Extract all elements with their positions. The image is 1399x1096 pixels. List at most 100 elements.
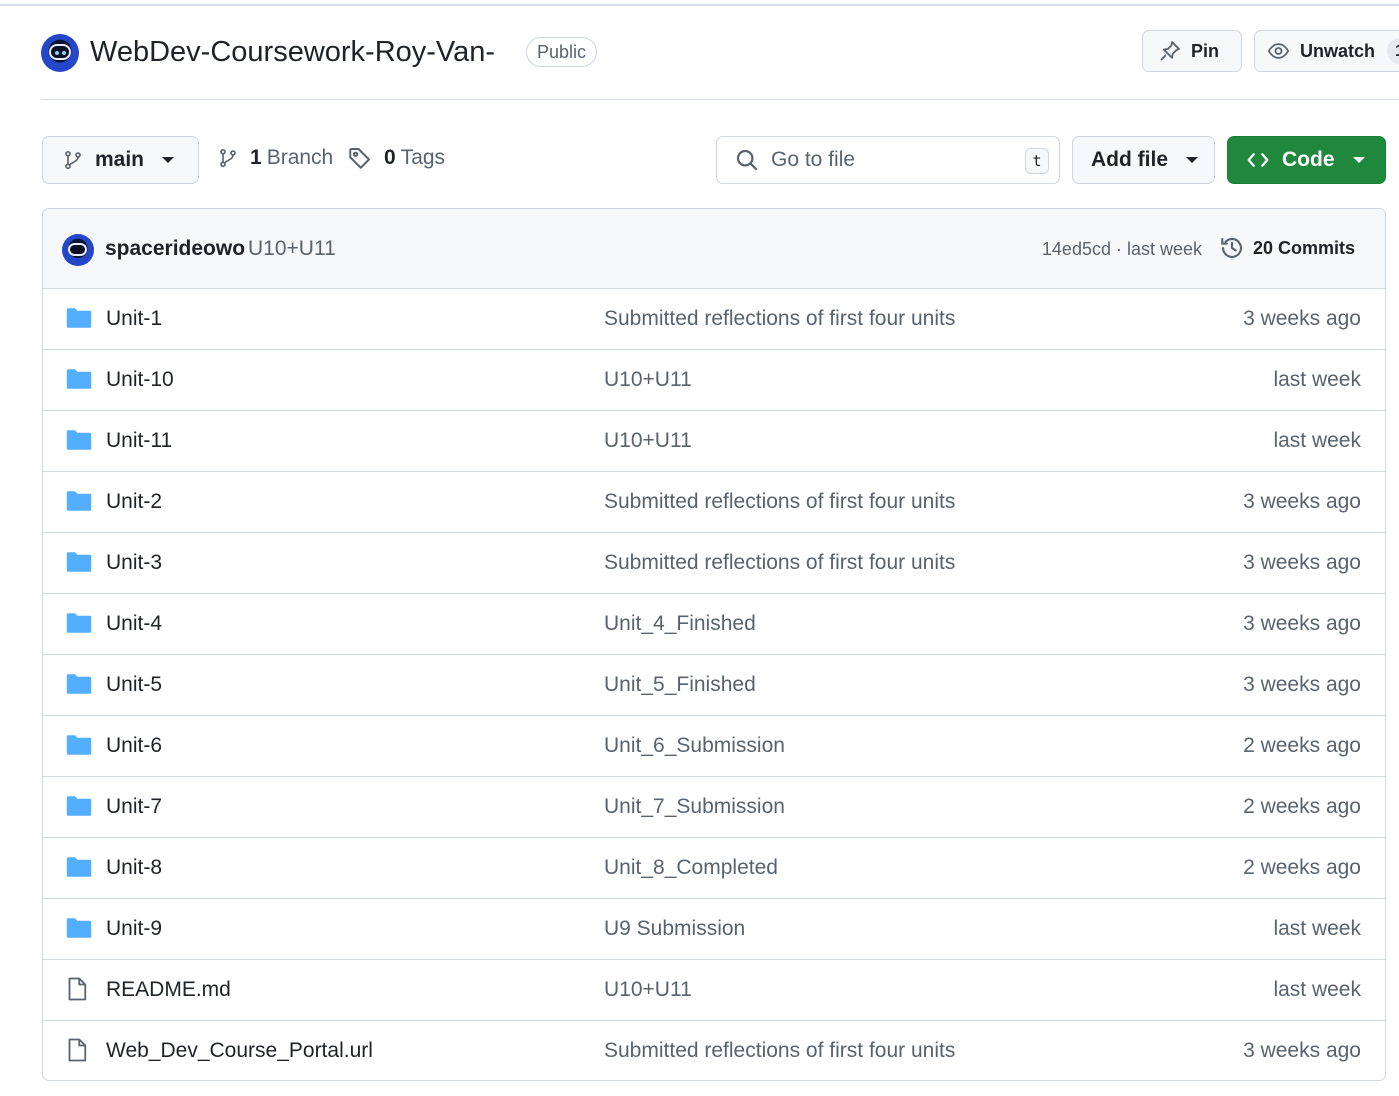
- code-icon: [1247, 153, 1269, 167]
- visibility-badge: Public: [526, 37, 598, 67]
- file-commit-message[interactable]: U10+U11: [604, 978, 692, 1002]
- folder-icon: [66, 307, 92, 334]
- owner-avatar[interactable]: [41, 34, 79, 72]
- file-commit-message[interactable]: Submitted reflections of first four unit…: [604, 551, 955, 575]
- commit-author[interactable]: spacerideowo: [105, 237, 245, 261]
- author-avatar[interactable]: [62, 234, 94, 266]
- file-row[interactable]: Web_Dev_Course_Portal.url Submitted refle…: [43, 1021, 1385, 1080]
- file-commit-message[interactable]: Unit_7_Submission: [604, 795, 785, 819]
- git-branch-icon: [220, 148, 236, 168]
- folder-icon: [66, 490, 92, 517]
- header-divider: [41, 99, 1399, 100]
- file-commit-message[interactable]: Unit_8_Completed: [604, 856, 778, 880]
- folder-icon: [66, 612, 92, 639]
- unwatch-button[interactable]: Unwatch 1: [1254, 30, 1399, 72]
- file-name-link[interactable]: Unit-1: [106, 307, 162, 331]
- add-file-button[interactable]: Add file: [1072, 136, 1215, 184]
- file-name-link[interactable]: Web_Dev_Course_Portal.url: [106, 1039, 373, 1063]
- code-label: Code: [1282, 148, 1335, 171]
- folder-icon: [66, 673, 92, 700]
- file-name-link[interactable]: Unit-9: [106, 917, 162, 941]
- git-branch-icon: [65, 150, 81, 170]
- file-commit-message[interactable]: Unit_5_Finished: [604, 673, 756, 697]
- code-button[interactable]: Code: [1227, 136, 1386, 184]
- pin-button[interactable]: Pin: [1142, 30, 1242, 72]
- search-icon: [736, 149, 758, 171]
- chevron-down-icon: [162, 157, 175, 163]
- branches-label: Branch: [266, 146, 334, 169]
- file-commit-date: last week: [1273, 978, 1361, 1001]
- folder-icon: [66, 429, 92, 456]
- file-commit-date: last week: [1273, 429, 1361, 452]
- commit-hash-time[interactable]: 14ed5cd · last week: [1042, 239, 1202, 260]
- file-name-link[interactable]: Unit-10: [106, 368, 174, 392]
- file-commit-message[interactable]: Submitted reflections of first four unit…: [604, 490, 955, 514]
- file-name-link[interactable]: Unit-5: [106, 673, 162, 697]
- file-row[interactable]: Unit-11 U10+U11 last week: [43, 411, 1385, 472]
- folder-icon: [66, 734, 92, 761]
- folder-icon: [66, 856, 92, 883]
- file-commit-message[interactable]: U10+U11: [604, 368, 692, 392]
- file-row[interactable]: Unit-4 Unit_4_Finished 3 weeks ago: [43, 594, 1385, 655]
- file-name-link[interactable]: Unit-3: [106, 551, 162, 575]
- file-commit-date: 3 weeks ago: [1243, 551, 1361, 574]
- commit-message[interactable]: U10+U11: [248, 237, 336, 261]
- file-name-link[interactable]: Unit-8: [106, 856, 162, 880]
- file-name-link[interactable]: Unit-11: [106, 429, 172, 453]
- tags-count: 0: [384, 146, 396, 169]
- file-commit-date: 2 weeks ago: [1243, 734, 1361, 757]
- folder-icon: [66, 551, 92, 578]
- file-commit-date: 2 weeks ago: [1243, 795, 1361, 818]
- file-commit-message[interactable]: Submitted reflections of first four unit…: [604, 307, 955, 331]
- file-commit-date: 2 weeks ago: [1243, 856, 1361, 879]
- history-icon: [1221, 237, 1242, 258]
- branches-count: 1: [250, 146, 262, 169]
- file-row[interactable]: Unit-8 Unit_8_Completed 2 weeks ago: [43, 838, 1385, 899]
- latest-commit-bar: spacerideowo U10+U11 14ed5cd · last week…: [43, 209, 1385, 289]
- file-commit-message[interactable]: U10+U11: [604, 429, 692, 453]
- chevron-down-icon: [1186, 157, 1198, 163]
- tags-label: Tags: [400, 146, 446, 169]
- tags-link[interactable]: 0 Tags: [348, 146, 445, 170]
- tag-icon: [349, 148, 370, 169]
- commits-history-link[interactable]: 20 Commits: [1219, 235, 1355, 261]
- file-commit-date: 3 weeks ago: [1243, 307, 1361, 330]
- file-row[interactable]: Unit-3 Submitted reflections of first fou…: [43, 533, 1385, 594]
- branch-selector[interactable]: main: [42, 136, 199, 184]
- watch-count: 1: [1387, 38, 1399, 64]
- file-icon: [66, 977, 88, 1006]
- file-commit-message[interactable]: Submitted reflections of first four unit…: [604, 1039, 955, 1063]
- file-row[interactable]: Unit-6 Unit_6_Submission 2 weeks ago: [43, 716, 1385, 777]
- file-commit-message[interactable]: Unit_4_Finished: [604, 612, 756, 636]
- file-name-link[interactable]: Unit-7: [106, 795, 162, 819]
- file-commit-message[interactable]: U9 Submission: [604, 917, 745, 941]
- file-name-link[interactable]: README.md: [106, 978, 231, 1002]
- file-list: Unit-1 Submitted reflections of first fou…: [43, 289, 1385, 1080]
- file-name-link[interactable]: Unit-2: [106, 490, 162, 514]
- add-file-label: Add file: [1091, 148, 1168, 171]
- commits-count: 20 Commits: [1252, 237, 1355, 258]
- file-row[interactable]: README.md U10+U11 last week: [43, 960, 1385, 1021]
- keyboard-shortcut-hint: t: [1025, 148, 1049, 174]
- file-row[interactable]: Unit-5 Unit_5_Finished 3 weeks ago: [43, 655, 1385, 716]
- file-row[interactable]: Unit-7 Unit_7_Submission 2 weeks ago: [43, 777, 1385, 838]
- file-row[interactable]: Unit-1 Submitted reflections of first fou…: [43, 289, 1385, 350]
- branch-name: main: [95, 148, 145, 171]
- file-name-link[interactable]: Unit-6: [106, 734, 162, 758]
- search-placeholder: Go to file: [771, 148, 856, 171]
- repo-title[interactable]: WebDev-Coursework-Roy-Van-: [90, 36, 495, 69]
- file-row[interactable]: Unit-10 U10+U11 last week: [43, 350, 1385, 411]
- file-commit-message[interactable]: Unit_6_Submission: [604, 734, 785, 758]
- branches-link[interactable]: 1 Branch: [218, 146, 333, 170]
- file-table: spacerideowo U10+U11 14ed5cd · last week…: [42, 208, 1386, 1081]
- file-row[interactable]: Unit-2 Submitted reflections of first fou…: [43, 472, 1385, 533]
- folder-icon: [66, 917, 92, 944]
- go-to-file-search[interactable]: Go to file t: [716, 136, 1060, 184]
- file-commit-date: 3 weeks ago: [1243, 490, 1361, 513]
- chevron-down-icon: [1352, 157, 1365, 163]
- folder-icon: [66, 368, 92, 395]
- file-row[interactable]: Unit-9 U9 Submission last week: [43, 899, 1385, 960]
- file-commit-date: last week: [1273, 917, 1361, 940]
- top-border: [0, 4, 1399, 6]
- file-name-link[interactable]: Unit-4: [106, 612, 162, 636]
